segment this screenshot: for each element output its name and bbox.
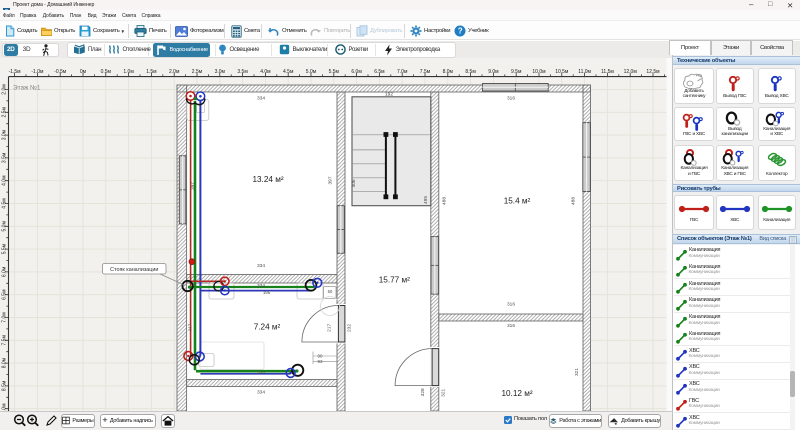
svg-text:3.5м: 3.5м <box>237 69 248 75</box>
svg-text:4.5м: 4.5м <box>2 198 8 209</box>
svg-text:4.0м: 4.0м <box>2 175 8 186</box>
svg-text:1.0м: 1.0м <box>123 69 134 75</box>
svg-text:8.5м: 8.5м <box>2 380 8 391</box>
svg-text:1.5м: 1.5м <box>146 69 157 75</box>
svg-text:334: 334 <box>257 283 265 289</box>
svg-text:8.0м: 8.0м <box>443 69 454 75</box>
svg-text:7.0м: 7.0м <box>2 312 8 323</box>
svg-text:4.5м: 4.5м <box>283 69 294 75</box>
svg-text:397: 397 <box>327 176 333 184</box>
svg-text:488: 488 <box>571 197 577 205</box>
svg-text:5.5м: 5.5м <box>329 69 340 75</box>
svg-text:7.0м: 7.0м <box>397 69 408 75</box>
svg-text:9.0м: 9.0м <box>2 403 8 411</box>
svg-text:Стояк канализации: Стояк канализации <box>110 267 158 273</box>
svg-text:0м: 0м <box>80 69 87 75</box>
svg-text:90: 90 <box>318 354 323 359</box>
svg-text:13.24 м²: 13.24 м² <box>252 175 283 184</box>
svg-text:321: 321 <box>574 368 580 376</box>
svg-text:7.5м: 7.5м <box>2 335 8 346</box>
svg-text:5.5м: 5.5м <box>2 243 8 254</box>
svg-text:10.12 м²: 10.12 м² <box>501 389 532 398</box>
svg-text:5.0м: 5.0м <box>2 221 8 232</box>
svg-text:3.0м: 3.0м <box>2 129 8 140</box>
svg-text:321: 321 <box>441 388 447 396</box>
svg-text:2.0м: 2.0м <box>2 84 8 95</box>
svg-text:6.5м: 6.5м <box>374 69 385 75</box>
svg-text:4.0м: 4.0м <box>260 69 271 75</box>
svg-text:316: 316 <box>507 96 515 102</box>
svg-text:-0.5м: -0.5м <box>54 69 67 75</box>
svg-text:334: 334 <box>257 370 265 376</box>
svg-text:192: 192 <box>385 92 393 98</box>
svg-text:2.5м: 2.5м <box>192 69 203 75</box>
svg-text:7.24 м²: 7.24 м² <box>254 323 281 332</box>
svg-text:6.5м: 6.5м <box>2 289 8 300</box>
svg-text:0.5м: 0.5м <box>101 69 112 75</box>
svg-text:-1.5м: -1.5м <box>9 69 22 75</box>
svg-text:Этаж №1: Этаж №1 <box>13 85 41 92</box>
svg-text:?: ? <box>458 27 463 36</box>
svg-text:93: 93 <box>318 359 323 364</box>
svg-text:10.0м: 10.0м <box>532 69 546 75</box>
svg-text:397: 397 <box>190 182 195 190</box>
svg-text:15.77 м²: 15.77 м² <box>379 276 410 285</box>
svg-text:-1.0м: -1.0м <box>31 69 44 75</box>
svg-text:316: 316 <box>507 302 515 308</box>
svg-text:15.4 м²: 15.4 м² <box>504 197 531 206</box>
svg-text:7.5м: 7.5м <box>420 69 431 75</box>
svg-text:3.5м: 3.5м <box>2 152 8 163</box>
svg-text:6.0м: 6.0м <box>2 266 8 277</box>
svg-text:9.0м: 9.0м <box>488 69 499 75</box>
svg-text:2.5м: 2.5м <box>2 107 8 118</box>
svg-text:195: 195 <box>263 290 271 295</box>
svg-text:50: 50 <box>328 289 333 294</box>
svg-text:2.0м: 2.0м <box>169 69 180 75</box>
svg-text:5.0м: 5.0м <box>306 69 317 75</box>
svg-text:3.0м: 3.0м <box>215 69 226 75</box>
svg-text:334: 334 <box>257 390 265 396</box>
svg-text:217: 217 <box>327 323 333 331</box>
svg-text:488: 488 <box>442 197 448 205</box>
svg-text:11.0м: 11.0м <box>578 69 591 75</box>
svg-text:217: 217 <box>188 323 193 331</box>
svg-text:12.5м: 12.5м <box>646 69 660 75</box>
svg-text:232: 232 <box>346 324 352 332</box>
svg-text:328: 328 <box>420 388 426 396</box>
svg-text:8.5м: 8.5м <box>465 69 476 75</box>
svg-text:406: 406 <box>351 179 357 187</box>
svg-text:334: 334 <box>257 263 265 269</box>
svg-text:6.0м: 6.0м <box>351 69 362 75</box>
svg-text:334: 334 <box>257 96 265 102</box>
svg-text:316: 316 <box>507 323 515 329</box>
svg-text:10.5м: 10.5м <box>555 69 569 75</box>
svg-text:9.5м: 9.5м <box>511 69 522 75</box>
svg-text:8.0м: 8.0м <box>2 357 8 368</box>
svg-text:12.0м: 12.0м <box>624 69 638 75</box>
svg-text:11.5м: 11.5м <box>601 69 614 75</box>
svg-text:495: 495 <box>423 196 429 204</box>
